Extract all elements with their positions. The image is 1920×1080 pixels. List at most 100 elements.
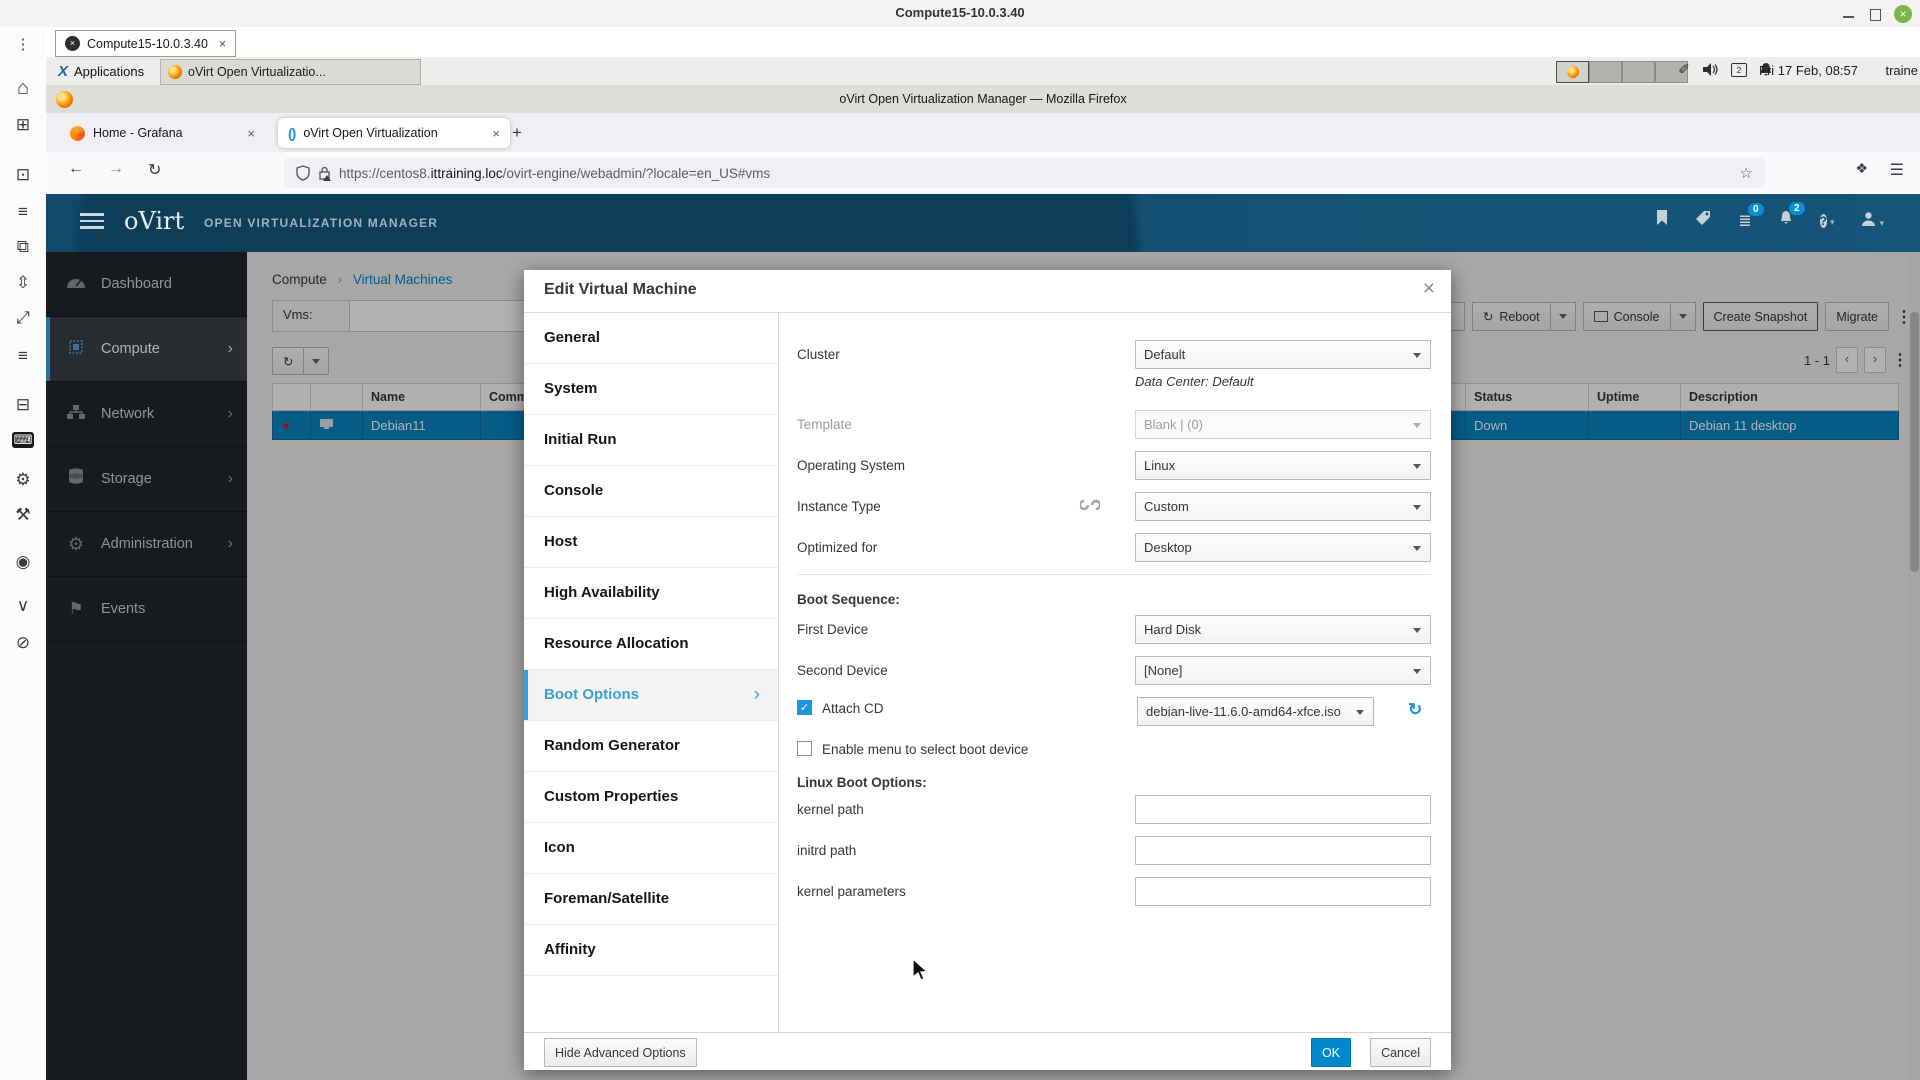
applications-menu[interactable]: X Applications xyxy=(58,60,144,82)
first-device-label: First Device xyxy=(797,622,868,637)
cluster-select[interactable]: Default xyxy=(1135,340,1431,369)
firefox-icon xyxy=(168,65,182,79)
tasks-icon[interactable]: ≣0 xyxy=(1738,211,1751,231)
tab-close-icon[interactable]: × xyxy=(247,126,255,141)
refresh-iso-icon[interactable]: ↻ xyxy=(1408,700,1422,720)
firefox-titlebar: oVirt Open Virtualization Manager — Mozi… xyxy=(46,85,1920,114)
operating-system-select[interactable]: Linux xyxy=(1135,451,1431,480)
ovirt-tab-icon: () xyxy=(288,125,295,141)
kernel-path-input[interactable] xyxy=(1135,795,1431,824)
grip-icon[interactable]: ⋮ xyxy=(0,35,46,53)
data-center-note: Data Center: Default xyxy=(1135,374,1254,389)
attach-cd-checkbox[interactable]: ✓ xyxy=(797,700,812,715)
window-mode-icon[interactable]: ⊟ xyxy=(0,395,46,415)
tracking-shield-icon[interactable] xyxy=(296,165,310,181)
forward-icon[interactable]: → xyxy=(108,160,124,178)
instance-type-select[interactable]: Custom xyxy=(1135,492,1431,521)
dialog-tab-resource-allocation[interactable]: Resource Allocation xyxy=(524,619,778,670)
desktop-taskbar: X Applications oVirt Open Virtualizatio.… xyxy=(46,57,1920,86)
scaled-mode-icon[interactable]: ⇳ xyxy=(0,273,46,293)
fullscreen-icon[interactable]: ⤢ xyxy=(0,308,46,328)
duplicate-icon[interactable]: ⧉ xyxy=(0,237,46,257)
remote-tab-close-icon[interactable]: × xyxy=(219,37,226,51)
workspace-2[interactable] xyxy=(1589,61,1622,83)
keyboard-icon[interactable]: ⌨ xyxy=(12,432,34,448)
new-connection-icon[interactable]: ⊞ xyxy=(0,115,46,135)
bell-icon[interactable]: 2 xyxy=(1779,210,1793,231)
dialog-tab-affinity[interactable]: Affinity xyxy=(524,925,778,976)
attach-cd-iso-select[interactable]: debian-live-11.6.0-amd64-xfce.iso xyxy=(1137,697,1374,726)
menu-icon[interactable]: ≡ xyxy=(0,202,46,222)
workspace-3[interactable] xyxy=(1622,61,1655,83)
remote-viewer-tab[interactable]: × Compute15-10.0.3.40 × xyxy=(55,30,236,57)
tools-icon[interactable]: ⚒ xyxy=(0,505,46,525)
maximize-button[interactable] xyxy=(1866,5,1884,23)
remmina-logo-icon: × xyxy=(65,36,80,51)
ok-button[interactable]: OK xyxy=(1311,1038,1351,1067)
dialog-tab-foreman-satellite[interactable]: Foreman/Satellite xyxy=(524,874,778,925)
first-device-select[interactable]: Hard Disk xyxy=(1135,615,1431,644)
remote-viewer-toolbar: ⋮ ⌂ ⊞ ⊡ ≡ ⧉ ⇳ ⤢ ≡ ⊟ ⌨ ⚙ ⚒ ◉ ∨ ⊘ xyxy=(0,27,47,1080)
nav-toggle-icon[interactable] xyxy=(80,213,104,233)
tag-icon[interactable] xyxy=(1695,210,1711,231)
dialog-tab-initial-run[interactable]: Initial Run xyxy=(524,415,778,466)
bookmark-icon[interactable] xyxy=(1656,210,1668,231)
volume-icon[interactable] xyxy=(1703,63,1718,76)
user-icon xyxy=(1861,211,1876,226)
boot-sequence-heading: Boot Sequence: xyxy=(797,592,900,607)
taskbar-clock[interactable]: Fri 17 Feb, 08:57 xyxy=(1759,63,1858,78)
cancel-button[interactable]: Cancel xyxy=(1370,1038,1431,1067)
bookmark-star-icon[interactable]: ☆ xyxy=(1740,164,1753,182)
template-label: Template xyxy=(797,417,852,432)
dialog-tab-random-generator[interactable]: Random Generator xyxy=(524,721,778,772)
dialog-tab-system[interactable]: System xyxy=(524,364,778,415)
dialog-tab-host[interactable]: Host xyxy=(524,517,778,568)
tab-ovirt-label: oVirt Open Virtualization xyxy=(303,126,437,140)
workspace-1[interactable] xyxy=(1556,61,1589,83)
input-tool-icon[interactable]: ✐ xyxy=(1678,61,1690,78)
new-tab-button[interactable]: + xyxy=(512,123,522,143)
chevron-right-icon: › xyxy=(754,670,760,720)
dialog-tab-general[interactable]: General xyxy=(524,313,778,364)
initrd-path-input[interactable] xyxy=(1135,836,1431,865)
lock-warning-icon[interactable] xyxy=(318,166,331,181)
collapse-icon[interactable]: ∨ xyxy=(0,596,46,616)
enable-boot-menu-checkbox[interactable] xyxy=(797,741,812,756)
minimize-button[interactable] xyxy=(1840,5,1858,23)
dialog-tab-custom-properties[interactable]: Custom Properties xyxy=(524,772,778,823)
extensions-icon[interactable]: ❖ xyxy=(1855,160,1868,177)
tab-ovirt[interactable]: () oVirt Open Virtualization × xyxy=(278,118,510,148)
dialog-tab-console[interactable]: Console xyxy=(524,466,778,517)
taskbar-window-button[interactable]: oVirt Open Virtualizatio... xyxy=(160,59,421,85)
enable-boot-menu-label: Enable menu to select boot device xyxy=(822,742,1028,757)
user-menu[interactable]: ▾ xyxy=(1861,211,1884,231)
help-menu[interactable]: ?▾ xyxy=(1820,212,1835,230)
session-user-label[interactable]: traine xyxy=(1885,63,1918,78)
second-device-select[interactable]: [None] xyxy=(1135,656,1431,685)
dialog-tab-boot-options[interactable]: Boot Options› xyxy=(524,670,778,721)
kernel-parameters-input[interactable] xyxy=(1135,877,1431,906)
hide-advanced-options-button[interactable]: Hide Advanced Options xyxy=(544,1038,697,1067)
dialog-tab-list: General System Initial Run Console Host … xyxy=(524,313,779,1033)
preferences-icon[interactable]: ⚙ xyxy=(0,470,46,490)
url-bar[interactable]: https://centos8.ittraining.loc/ovirt-eng… xyxy=(284,158,1765,188)
dialog-tab-high-availability[interactable]: High Availability xyxy=(524,568,778,619)
disconnect-icon[interactable]: ⊘ xyxy=(0,633,46,653)
battery-indicator-icon[interactable]: 2 xyxy=(1731,63,1747,77)
second-device-label: Second Device xyxy=(797,663,888,678)
home-icon[interactable]: ⌂ xyxy=(0,77,46,100)
dialog-close-icon[interactable]: × xyxy=(1423,277,1435,301)
screenshot-icon[interactable]: ◉ xyxy=(0,552,46,572)
remote-viewer-titlebar: Compute15-10.0.3.40 × xyxy=(0,0,1920,28)
reload-icon[interactable]: ↻ xyxy=(148,160,161,180)
hamburger-menu-icon[interactable]: ☰ xyxy=(1890,160,1904,180)
tab-grafana[interactable]: Home - Grafana × xyxy=(60,118,265,148)
back-icon[interactable]: ← xyxy=(68,160,84,178)
close-button[interactable]: × xyxy=(1894,5,1912,23)
screen: Compute15-10.0.3.40 × ⋮ ⌂ ⊞ ⊡ ≡ ⧉ ⇳ ⤢ ≡ … xyxy=(0,0,1920,1080)
fit-window-icon[interactable]: ⊡ xyxy=(0,165,46,185)
optimized-for-select[interactable]: Desktop xyxy=(1135,533,1431,562)
dialog-tab-icon[interactable]: Icon xyxy=(524,823,778,874)
tab-close-icon[interactable]: × xyxy=(492,126,500,141)
options-icon[interactable]: ≡ xyxy=(0,346,46,366)
